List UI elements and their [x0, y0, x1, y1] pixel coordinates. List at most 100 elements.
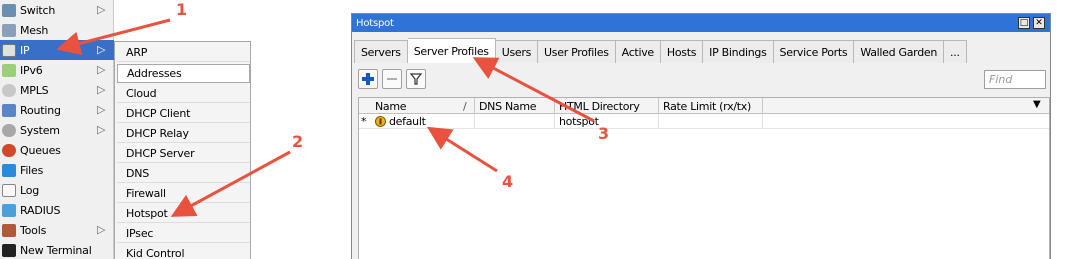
tab-active[interactable]: Active [615, 40, 661, 63]
menu-item-new-terminal[interactable]: New Terminal [0, 240, 114, 259]
cell-name: default [371, 114, 475, 129]
submenu-item-dhcp-client[interactable]: DHCP Client [117, 104, 250, 123]
submenu-item-label: Cloud [126, 86, 157, 100]
column-header-html-directory[interactable]: HTML Directory [555, 98, 659, 114]
tab-walled-garden[interactable]: Walled Garden [854, 40, 945, 63]
menu-item-queues[interactable]: Queues [0, 140, 114, 160]
menu-item-label: RADIUS [20, 203, 61, 217]
profile-name: default [389, 115, 426, 128]
menu-item-label: IPv6 [20, 63, 43, 77]
radius-icon [2, 203, 16, 217]
window-title: Hotspot [356, 17, 394, 29]
menu-item-ip[interactable]: IP ▷ [0, 40, 114, 60]
close-button[interactable]: ✕ [1033, 17, 1045, 29]
column-header-name[interactable]: Name / [371, 98, 475, 114]
filter-button[interactable] [406, 69, 426, 89]
main-menu: Switch ▷ Mesh IP ▷ IPv6 ▷ MPLS ▷ Routing… [0, 0, 114, 259]
submenu-item-kid-control[interactable]: Kid Control [117, 244, 250, 259]
submenu-item-firewall[interactable]: Firewall [117, 184, 250, 203]
tab-ip-bindings[interactable]: IP Bindings [703, 40, 774, 63]
submenu-item-label: Addresses [127, 67, 182, 80]
add-button[interactable] [358, 69, 378, 89]
routing-icon [2, 103, 16, 117]
tab-more[interactable]: ... [944, 40, 967, 63]
menu-item-label: Tools [20, 223, 47, 237]
submenu-arrow-icon: ▷ [97, 63, 106, 76]
submenu-arrow-icon: ▷ [97, 123, 106, 136]
filter-icon [409, 73, 423, 85]
submenu-item-label: DHCP Relay [126, 126, 189, 140]
ip-icon [2, 43, 16, 57]
column-header-label: Name [375, 99, 407, 113]
ip-submenu: ARP Addresses Cloud DHCP Client DHCP Rel… [114, 41, 251, 259]
menu-item-radius[interactable]: RADIUS [0, 200, 114, 220]
submenu-arrow-icon: ▷ [97, 3, 106, 16]
tab-user-profiles[interactable]: User Profiles [538, 40, 616, 63]
tab-server-profiles[interactable]: Server Profiles [407, 38, 496, 63]
menu-item-mesh[interactable]: Mesh [0, 20, 114, 40]
submenu-arrow-icon: ▷ [97, 43, 106, 56]
menu-item-switch[interactable]: Switch ▷ [0, 0, 114, 20]
switch-icon [2, 3, 16, 17]
tab-servers[interactable]: Servers [354, 40, 408, 63]
cell-rate-limit [659, 114, 763, 129]
columns-dropdown-icon[interactable]: ▼ [1033, 99, 1041, 110]
mesh-icon [2, 23, 16, 37]
table-header: Name / DNS Name HTML Directory Rate Limi… [359, 98, 1049, 114]
submenu-item-label: DNS [126, 166, 150, 180]
table-row[interactable]: * default hotspot [359, 114, 1049, 129]
tab-hosts[interactable]: Hosts [660, 40, 704, 63]
submenu-arrow-icon: ▷ [97, 83, 106, 96]
submenu-item-hotspot[interactable]: Hotspot [117, 204, 250, 223]
submenu-item-dns[interactable]: DNS [117, 164, 250, 183]
hotspot-window: Hotspot □ ✕ Servers Server Profiles User… [351, 13, 1051, 259]
menu-item-ipv6[interactable]: IPv6 ▷ [0, 60, 114, 80]
restore-button[interactable]: □ [1018, 17, 1030, 29]
annotation-number-4: 4 [502, 172, 514, 191]
annotation-number-1: 1 [176, 0, 188, 19]
submenu-item-label: IPsec [126, 226, 154, 240]
server-profiles-table: Name / DNS Name HTML Directory Rate Limi… [358, 97, 1050, 259]
submenu-item-cloud[interactable]: Cloud [117, 84, 250, 103]
tab-users[interactable]: Users [495, 40, 539, 63]
tab-service-ports[interactable]: Service Ports [773, 40, 855, 63]
remove-icon [387, 78, 397, 80]
sort-indicator-icon: / [463, 99, 467, 113]
terminal-icon [2, 243, 16, 257]
submenu-arrow-icon: ▷ [97, 223, 106, 236]
menu-item-label: MPLS [20, 83, 49, 97]
ipv6-icon [2, 63, 16, 77]
find-input[interactable]: Find [984, 70, 1046, 89]
menu-item-log[interactable]: Log [0, 180, 114, 200]
submenu-item-dhcp-server[interactable]: DHCP Server [117, 144, 250, 163]
annotation-number-2: 2 [292, 132, 304, 151]
tab-bar: Servers Server Profiles Users User Profi… [354, 38, 967, 63]
menu-item-label: Switch [20, 3, 56, 17]
menu-item-tools[interactable]: Tools ▷ [0, 220, 114, 240]
toolbar [358, 69, 426, 91]
menu-item-routing[interactable]: Routing ▷ [0, 100, 114, 120]
menu-item-system[interactable]: System ▷ [0, 120, 114, 140]
mpls-icon [2, 83, 16, 97]
menu-item-files[interactable]: Files [0, 160, 114, 180]
submenu-item-label: ARP [126, 45, 148, 59]
remove-button[interactable] [382, 69, 402, 89]
tools-icon [2, 223, 16, 237]
submenu-item-label: Kid Control [126, 246, 185, 259]
add-icon [362, 73, 374, 85]
submenu-item-ipsec[interactable]: IPsec [117, 224, 250, 243]
column-header-rate-limit[interactable]: Rate Limit (rx/tx) [659, 98, 763, 114]
menu-item-label: Files [20, 163, 44, 177]
row-marker: * [361, 115, 367, 128]
menu-item-label: IP [20, 43, 30, 57]
column-header-dns-name[interactable]: DNS Name [475, 98, 555, 114]
queues-icon [2, 143, 16, 157]
profile-icon [375, 116, 386, 127]
submenu-item-label: DHCP Client [126, 106, 191, 120]
window-titlebar[interactable]: Hotspot □ ✕ [352, 14, 1050, 32]
submenu-item-addresses[interactable]: Addresses [117, 64, 250, 83]
submenu-item-arp[interactable]: ARP [117, 43, 250, 62]
cell-dns-name [475, 114, 555, 129]
submenu-item-dhcp-relay[interactable]: DHCP Relay [117, 124, 250, 143]
menu-item-mpls[interactable]: MPLS ▷ [0, 80, 114, 100]
